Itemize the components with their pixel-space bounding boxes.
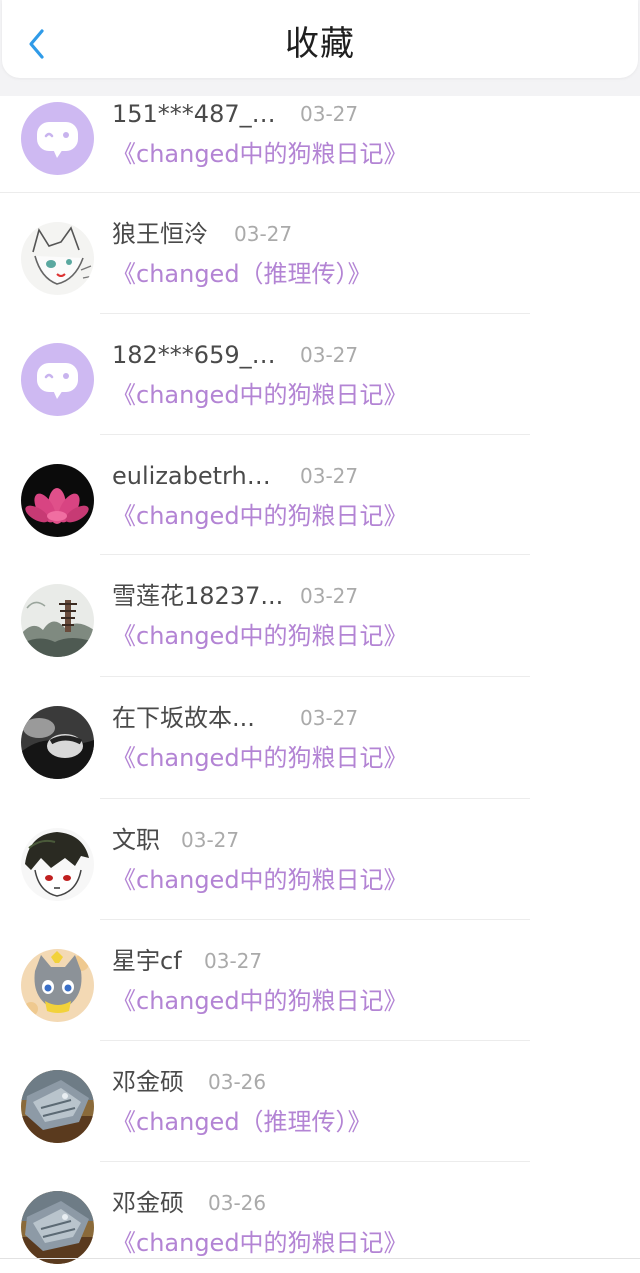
name-row: 雪莲花18237... [112,576,283,616]
list-item[interactable]: 文职 03-27 《changed中的狗粮日记》 [0,820,640,940]
username[interactable]: 星宇cf [112,941,182,981]
collection-link[interactable]: 《changed中的狗粮日记》 [112,498,408,534]
list-item[interactable]: 151***487_8... 03-27 《changed中的狗粮日记》 [0,94,640,214]
collection-link[interactable]: 《changed（推理传）》 [112,256,372,292]
collection-link[interactable]: 《changed中的狗粮日记》 [112,862,408,898]
lotus-flower-avatar[interactable] [21,464,94,537]
date: 03-27 [300,584,359,608]
name-row: 151***487_8... [112,94,284,134]
date: 03-27 [300,706,359,730]
collection-link[interactable]: 《changed中的狗粮日记》 [112,618,408,654]
date: 03-27 [204,949,263,973]
default-chat-bubble-avatar[interactable] [21,343,94,416]
date: 03-27 [300,102,359,126]
list-item[interactable]: 雪莲花18237... 03-27 《changed中的狗粮日记》 [0,576,640,696]
name-row: 182***659_6... [112,335,284,375]
anime-character-avatar[interactable] [21,828,94,901]
divider [100,919,530,920]
date: 03-26 [208,1070,267,1094]
username[interactable]: 雪莲花18237... [112,576,283,616]
name-row: 狼王恒泠 [112,214,208,254]
divider [100,434,530,435]
date: 03-27 [300,464,359,488]
bottom-divider [0,1258,640,1259]
date: 03-27 [234,222,293,246]
divider [100,676,530,677]
header: 收藏 [2,0,638,78]
date: 03-26 [208,1191,267,1215]
divider [100,1161,530,1162]
page-title: 收藏 [285,24,355,64]
name-row: 邓金硕 [112,1062,184,1102]
favorites-screen: 151***487_8... 03-27 《changed中的狗粮日记》 狼王恒… [0,0,640,1273]
pagoda-landscape-avatar[interactable] [21,584,94,657]
list-item[interactable]: 182***659_6... 03-27 《changed中的狗粮日记》 [0,335,640,455]
spaceship-avatar[interactable] [21,1191,94,1264]
username[interactable]: 邓金硕 [112,1183,184,1223]
list-item[interactable]: 邓金硕 03-26 《changed中的狗粮日记》 [0,1183,640,1273]
collection-link[interactable]: 《changed中的狗粮日记》 [112,740,408,776]
top-bar: 收藏 [0,0,640,96]
username[interactable]: 邓金硕 [112,1062,184,1102]
collection-link[interactable]: 《changed（推理传）》 [112,1104,372,1140]
collection-link[interactable]: 《changed中的狗粮日记》 [112,983,408,1019]
list-item[interactable]: 星宇cf 03-27 《changed中的狗粮日记》 [0,941,640,1061]
name-row: eulizabetrha... [112,456,284,496]
gray-cat-character-avatar[interactable] [21,949,94,1022]
spaceship-avatar[interactable] [21,1070,94,1143]
divider [100,313,530,314]
collection-link[interactable]: 《changed中的狗粮日记》 [112,377,408,413]
username[interactable]: eulizabetrha... [112,456,284,496]
list-item[interactable]: 在下坂故本... 03-27 《changed中的狗粮日记》 [0,698,640,818]
divider [100,798,530,799]
default-chat-bubble-avatar[interactable] [21,102,94,175]
name-row: 文职 [112,820,160,860]
white-wolf-sketch-avatar[interactable] [21,222,94,295]
name-row: 邓金硕 [112,1183,184,1223]
username[interactable]: 151***487_8... [112,94,284,134]
list-item[interactable]: 狼王恒泠 03-27 《changed（推理传）》 [0,214,640,334]
date: 03-27 [300,343,359,367]
list-item[interactable]: eulizabetrha... 03-27 《changed中的狗粮日记》 [0,456,640,576]
sleeping-figure-avatar[interactable] [21,706,94,779]
username[interactable]: 182***659_6... [112,335,284,375]
name-row: 星宇cf [112,941,182,981]
username[interactable]: 文职 [112,820,160,860]
divider [100,1040,530,1041]
list-item[interactable]: 邓金硕 03-26 《changed（推理传）》 [0,1062,640,1182]
collection-link[interactable]: 《changed中的狗粮日记》 [112,136,408,172]
divider [0,192,640,193]
username[interactable]: 在下坂故本... [112,698,255,738]
collection-link[interactable]: 《changed中的狗粮日记》 [112,1225,408,1261]
divider [100,554,530,555]
name-row: 在下坂故本... [112,698,255,738]
date: 03-27 [181,828,240,852]
username[interactable]: 狼王恒泠 [112,214,208,254]
